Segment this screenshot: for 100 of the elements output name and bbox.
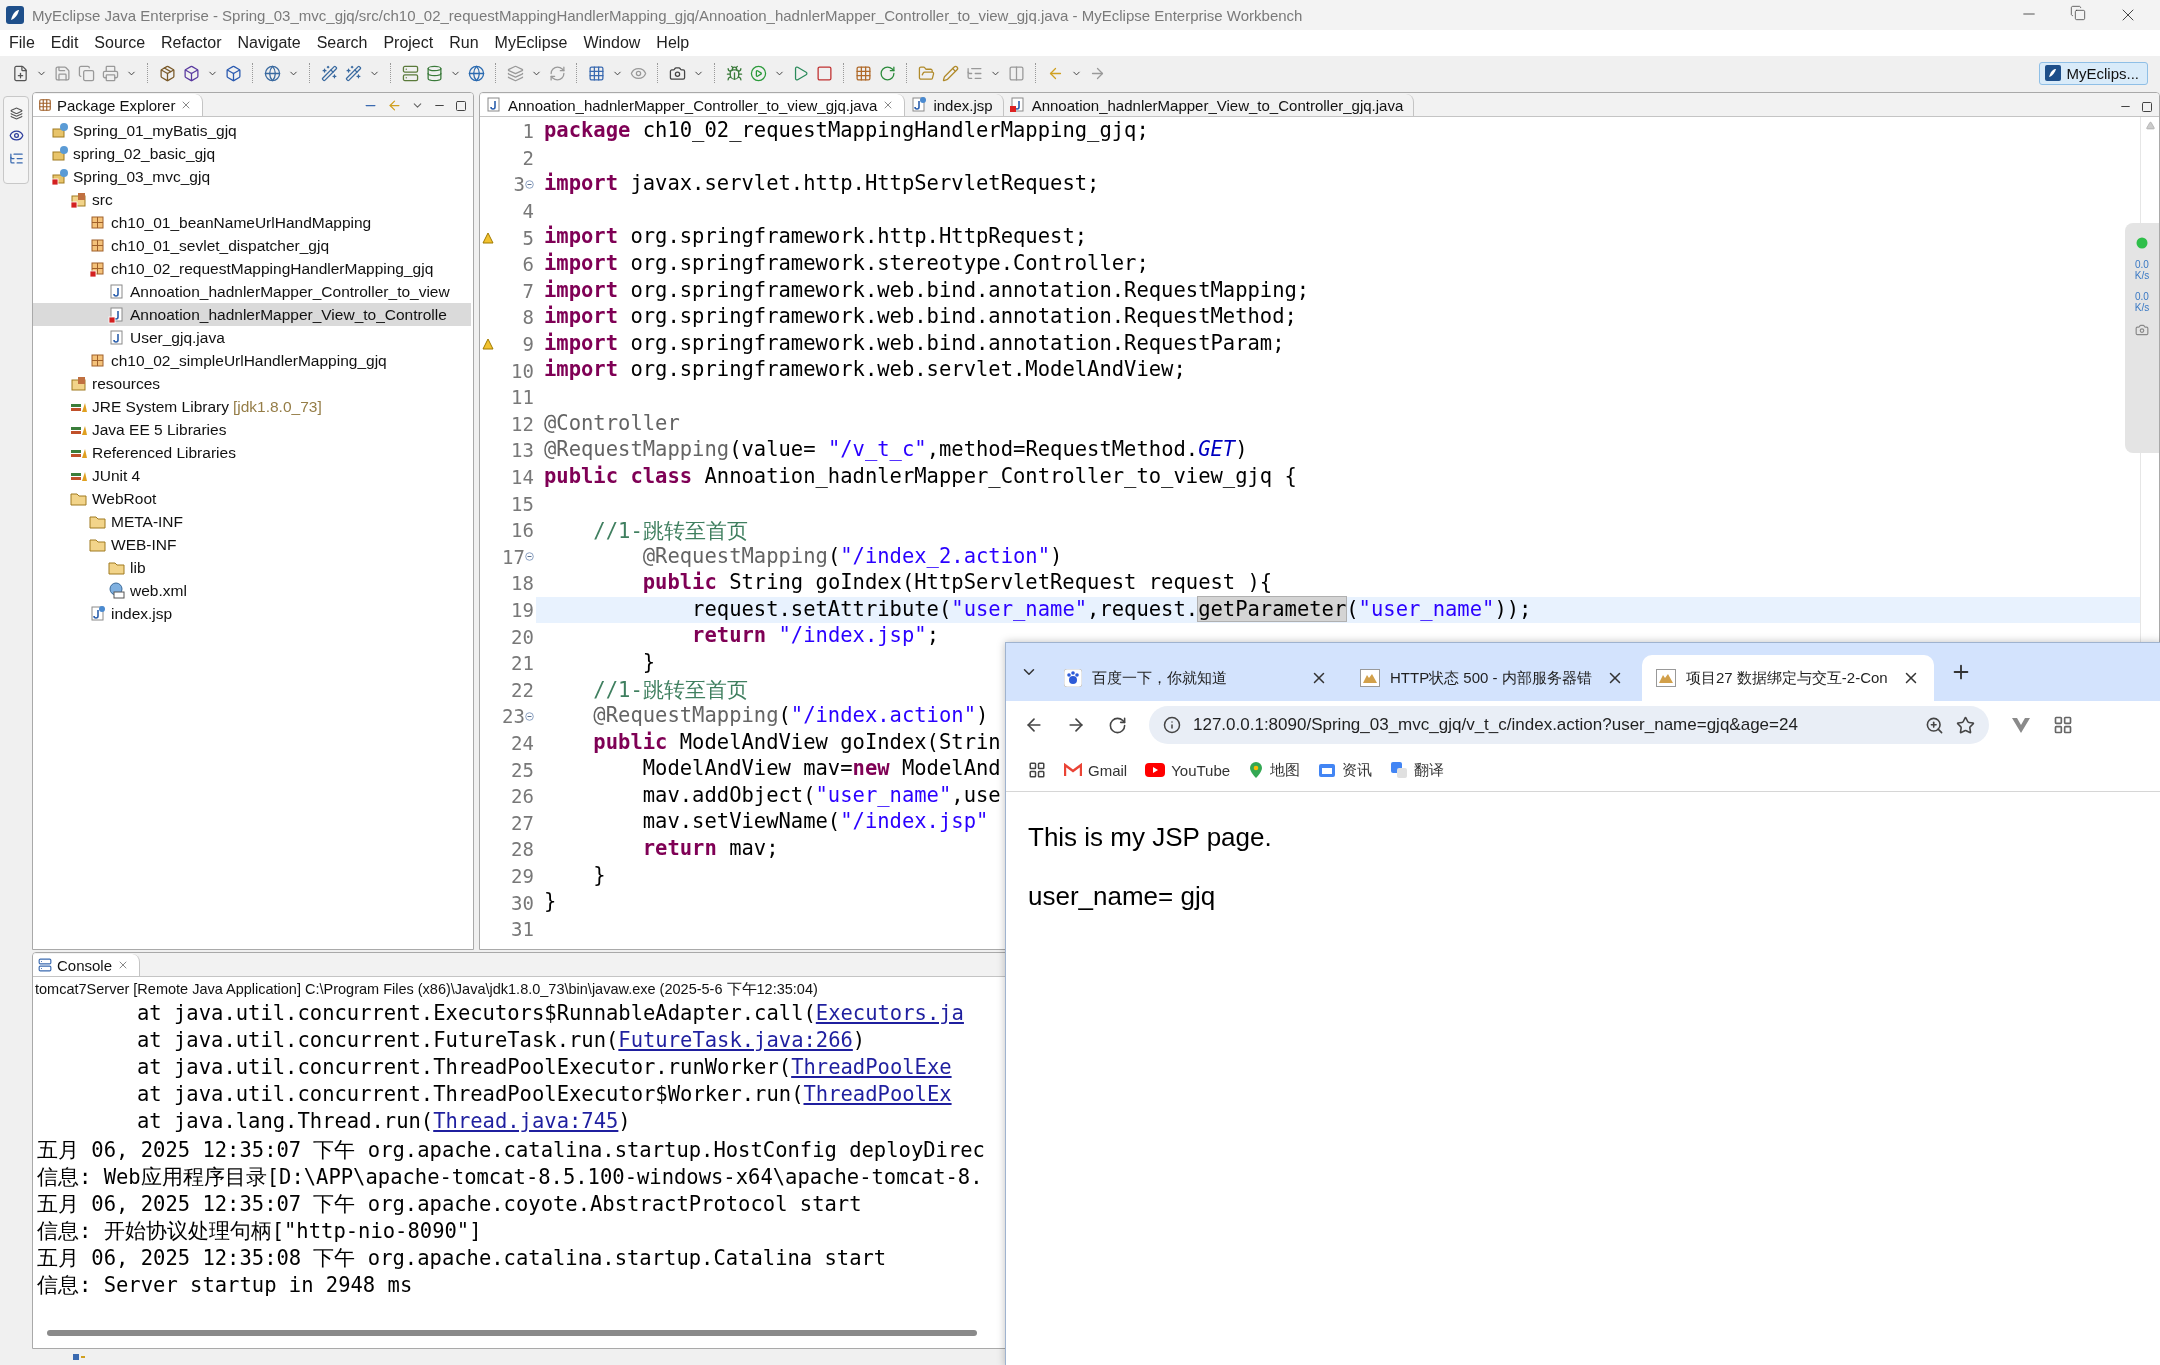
fold-icon[interactable] <box>525 180 534 189</box>
bookmark-star-icon[interactable] <box>1956 715 1975 735</box>
bookmark-link[interactable]: YouTube <box>1145 761 1231 779</box>
editor-tab[interactable]: Annoation_hadnlerMapper_Controller_to_view_gjq.java <box>480 94 906 116</box>
menu-item[interactable]: Edit <box>43 32 88 54</box>
line-number: 16 <box>511 519 534 542</box>
tree-item[interactable]: META-INF <box>33 510 471 533</box>
menu-item[interactable]: MyEclipse <box>487 32 577 54</box>
columns-icon[interactable] <box>1008 64 1025 82</box>
perspective-button[interactable]: MyEclips... <box>2039 61 2148 85</box>
pencil-icon[interactable] <box>942 64 959 82</box>
maximize-icon[interactable] <box>455 99 467 112</box>
server-icon[interactable] <box>402 64 419 82</box>
camera-icon[interactable] <box>669 64 686 82</box>
console-link[interactable]: ThreadPoolEx <box>803 1082 952 1106</box>
console-text: 信息: Web应用程序目录[D:\APP\apache-tomcat-8.5.100-windows-x64\apache-tomcat-8. <box>37 1165 983 1189</box>
package-icon[interactable] <box>159 64 176 82</box>
browser-tab[interactable]: HTTP状态 500 - 内部服务器错 <box>1346 655 1638 701</box>
menu-item[interactable]: File <box>2 32 44 54</box>
console-link[interactable]: Thread.java:745 <box>433 1109 619 1133</box>
tree-item[interactable]: ch10_02_simpleUrlHandlerMapping_gjq <box>33 349 471 372</box>
menu-item[interactable]: Window <box>576 32 650 54</box>
tree-item[interactable]: Annoation_hadnlerMapper_View_to_Controlle <box>33 303 471 326</box>
folder-icon[interactable] <box>918 64 935 82</box>
apps-icon[interactable] <box>1028 761 1046 779</box>
run-icon[interactable] <box>750 64 767 82</box>
tree-item[interactable]: Referenced Libraries <box>33 441 471 464</box>
console-link[interactable]: FutureTask.java:266 <box>618 1028 853 1052</box>
browser-tab[interactable]: 项目27 数据绑定与交互-2-Con <box>1642 655 1934 701</box>
tree-item[interactable]: Spring_03_mvc_gjq <box>33 165 471 188</box>
box-icon[interactable] <box>183 64 200 82</box>
menu-item[interactable]: Refactor <box>154 32 231 54</box>
tree-item[interactable]: User_gjq.java <box>33 326 471 349</box>
tree-item[interactable]: ch10_01_beanNameUrlHandMapping <box>33 211 471 234</box>
console-link[interactable]: ThreadPoolExe <box>791 1055 952 1079</box>
layers-icon[interactable] <box>507 64 524 82</box>
tree-item[interactable]: ch10_01_sevlet_dispatcher_gjq <box>33 234 471 257</box>
tree-item[interactable]: resources <box>33 372 471 395</box>
tree-item[interactable]: lib <box>33 556 471 579</box>
app-logo-icon <box>2045 65 2062 81</box>
menu-item[interactable]: Help <box>649 32 699 54</box>
tree-item[interactable]: WEB-INF <box>33 533 471 556</box>
new-file-icon[interactable] <box>12 64 29 82</box>
tree-item[interactable]: WebRoot <box>33 487 471 510</box>
restore-icon[interactable] <box>2070 5 2086 21</box>
box-icon[interactable] <box>225 64 242 82</box>
copy-icon[interactable] <box>78 64 95 82</box>
bookmark-link[interactable]: 地图 <box>1248 760 1301 780</box>
line-number: 4 <box>522 200 534 223</box>
tree-item[interactable]: spring_02_basic_gjq <box>33 142 471 165</box>
menu-item[interactable]: Search <box>309 32 377 54</box>
tree-item[interactable]: JRE System Library [jdk1.8.0_73] <box>33 395 471 418</box>
tree-item[interactable]: Java EE 5 Libraries <box>33 418 471 441</box>
reload-icon[interactable] <box>1108 715 1127 735</box>
menu-item[interactable]: Source <box>87 32 155 54</box>
run-icon[interactable] <box>792 64 809 82</box>
wand-icon[interactable] <box>321 64 338 82</box>
address-bar[interactable]: 127.0.0.1:8090/Spring_03_mvc_gjq/v_t_c/index.action?user_name=gjq&age=24 <box>1149 706 1989 744</box>
tree-item[interactable]: src <box>33 188 471 211</box>
fold-icon[interactable] <box>525 552 534 562</box>
project-icon <box>51 144 69 163</box>
zoom-icon[interactable] <box>1925 715 1944 735</box>
menu-item[interactable]: Navigate <box>230 32 310 54</box>
bookmark-link[interactable]: 翻译 <box>1390 760 1445 780</box>
wand-icon[interactable] <box>345 64 362 82</box>
scrollbar[interactable] <box>47 1330 977 1336</box>
fold-icon[interactable] <box>525 711 534 721</box>
tree-item[interactable]: web.xml <box>33 579 471 602</box>
maximize-icon[interactable] <box>2141 100 2153 113</box>
stop-icon[interactable] <box>816 64 833 82</box>
tree-item[interactable]: Spring_01_myBatis_gjq <box>33 119 471 142</box>
tree-item[interactable]: JUnit 4 <box>33 464 471 487</box>
refresh-icon[interactable] <box>549 64 566 82</box>
save-icon[interactable] <box>54 64 71 82</box>
console-tab[interactable]: Console <box>33 954 141 976</box>
menu-item[interactable]: Project <box>376 32 443 54</box>
browser-tab[interactable]: 百度一下，你就知道 <box>1050 655 1342 701</box>
eye-icon[interactable] <box>8 128 24 143</box>
outline-icon[interactable] <box>8 151 24 166</box>
bookmark-link[interactable]: 资讯 <box>1318 760 1373 780</box>
bug-icon[interactable] <box>726 64 743 82</box>
code-line: //1-跳转至首页 <box>592 518 748 543</box>
tree-item[interactable]: Annoation_hadnlerMapper_Controller_to_view <box>33 280 471 303</box>
menu-item[interactable]: Run <box>442 32 488 54</box>
package-explorer-tab[interactable]: Package Explorer <box>33 94 204 116</box>
console-link[interactable]: Executors.ja <box>815 1001 964 1025</box>
grid-icon[interactable] <box>588 64 605 82</box>
java-file-icon <box>108 328 126 347</box>
globe-icon[interactable] <box>264 64 281 82</box>
tree-item[interactable]: ch10_02_requestMappingHandlerMapping_gjq <box>33 257 471 280</box>
print-icon[interactable] <box>102 64 119 82</box>
jsp-file-icon <box>910 96 929 114</box>
bookmark-link[interactable]: Gmail <box>1064 761 1128 779</box>
cycle-icon[interactable] <box>879 64 896 82</box>
database-icon[interactable] <box>426 64 443 82</box>
globe-icon[interactable] <box>468 64 485 82</box>
extension-icon[interactable] <box>2053 715 2073 735</box>
extension-icon[interactable] <box>2011 716 2031 734</box>
tree-item[interactable]: index.jsp <box>33 602 471 625</box>
grid-icon[interactable] <box>855 64 872 82</box>
